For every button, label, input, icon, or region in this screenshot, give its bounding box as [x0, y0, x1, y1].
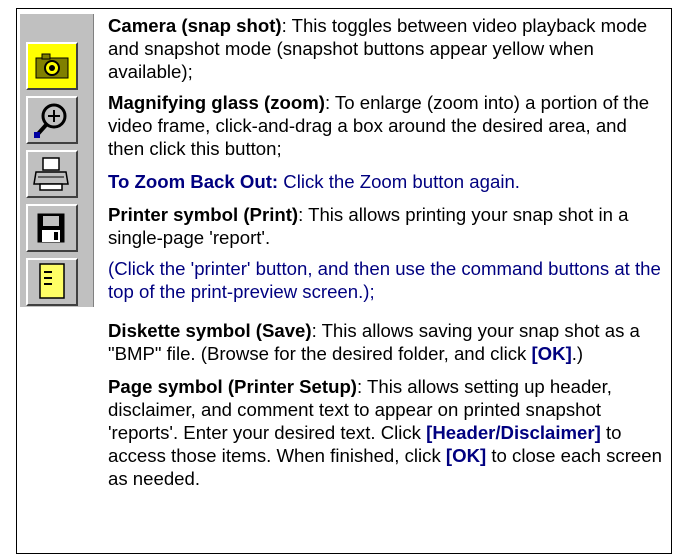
printer-icon	[33, 157, 69, 191]
setup-term: Page symbol (Printer Setup)	[108, 376, 358, 397]
setup-description: Page symbol (Printer Setup): This allows…	[108, 375, 666, 490]
save-ok-label: [OK]	[531, 343, 572, 364]
page-icon	[39, 263, 65, 299]
print-button[interactable]	[26, 150, 78, 198]
help-content: Camera (snap shot): This toggles between…	[108, 14, 666, 490]
zoom-term: Magnifying glass (zoom)	[108, 92, 325, 113]
magnifier-icon	[34, 103, 67, 138]
zoom-out-term: To Zoom Back Out:	[108, 171, 279, 192]
zoom-button[interactable]	[26, 96, 78, 144]
camera-icon	[35, 53, 69, 79]
camera-button[interactable]	[26, 42, 78, 90]
print-description: Printer symbol (Print): This allows prin…	[108, 203, 666, 249]
save-button[interactable]	[26, 204, 78, 252]
camera-description: Camera (snap shot): This toggles between…	[108, 14, 666, 83]
zoom-out-text: Click the Zoom button again.	[278, 171, 520, 192]
print-note: (Click the 'printer' button, and then us…	[108, 258, 661, 302]
snapshot-toolbar	[20, 14, 94, 307]
camera-term: Camera (snap shot)	[108, 15, 282, 36]
printer-setup-button[interactable]	[26, 258, 78, 306]
setup-header-label: [Header/Disclaimer]	[426, 422, 601, 443]
save-text-2: .)	[571, 343, 584, 364]
zoom-out-description: To Zoom Back Out: Click the Zoom button …	[108, 170, 666, 193]
zoom-description: Magnifying glass (zoom): To enlarge (zoo…	[108, 91, 666, 160]
setup-ok-label: [OK]	[445, 445, 487, 466]
save-term: Diskette symbol (Save)	[108, 320, 312, 341]
print-term: Printer symbol (Print)	[108, 204, 299, 225]
diskette-icon	[37, 213, 65, 243]
save-description: Diskette symbol (Save): This allows savi…	[108, 319, 666, 365]
